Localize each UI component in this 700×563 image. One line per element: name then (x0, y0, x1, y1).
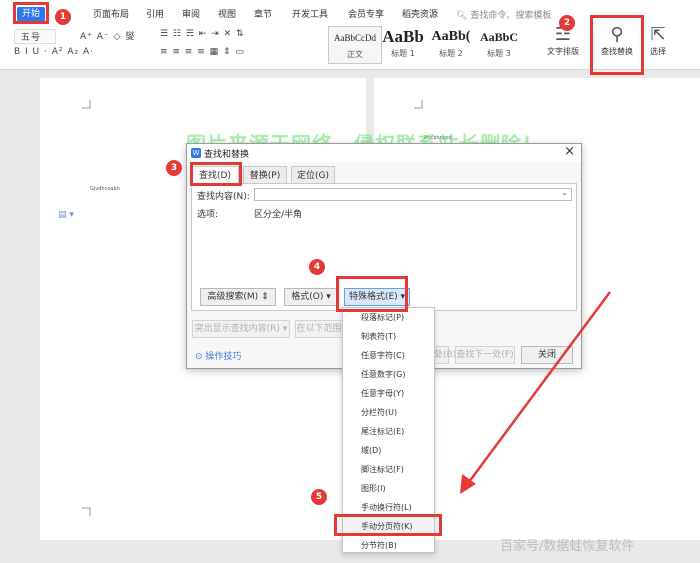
align-tools[interactable]: ≡ ≡ ≡ ≡ ▦ ⇕ ▭ (160, 47, 245, 57)
style-heading-1-preview: AaBb (382, 27, 424, 46)
highlight-manual-page-break (334, 514, 442, 536)
select-button[interactable]: ⇱ 选择 (644, 24, 672, 57)
tab-review[interactable]: 审阅 (182, 7, 200, 20)
dialog-titlebar[interactable]: W 查找和替换 × (187, 144, 581, 162)
format-toolbar-row: B I U · A² A₂ A· ≡ ≡ ≡ ≡ ▦ ⇕ ▭ (0, 46, 330, 62)
menu-item-any-character[interactable]: 任意字符(C) (343, 346, 434, 365)
command-search-input: 查找命令、搜索模板 (470, 11, 552, 21)
step-badge-2: 2 (559, 15, 575, 31)
style-heading-3[interactable]: AaBbC 标题 3 (472, 26, 526, 64)
text-layout-label: 文字排版 (547, 47, 579, 56)
tab-docer-resources[interactable]: 稻壳资源 (402, 7, 438, 20)
advanced-search-button[interactable]: 高级搜索(M) ⇕ (200, 288, 276, 306)
dropdown-arrow-icon: ▾ (326, 292, 331, 302)
find-label: 查找内容(N): (197, 192, 250, 202)
source-watermark: 百家号/数据蛙恢复软件 (500, 539, 635, 554)
wps-app-icon: W (191, 148, 201, 158)
advanced-search-label: 高级搜索(M) (207, 292, 259, 302)
select-label: 选择 (650, 47, 666, 56)
menu-item-field[interactable]: 域(D) (343, 441, 434, 460)
play-circle-icon: ⊙ (195, 352, 203, 362)
style-heading-1-name: 标题 1 (391, 49, 415, 58)
find-input[interactable]: ⌄ (254, 188, 572, 201)
options-value: 区分全/半角 (254, 210, 303, 220)
highlight-special-format (336, 276, 408, 312)
tab-replace[interactable]: 替换(P) (243, 166, 287, 184)
menu-item-section-break[interactable]: 分节符(B) (343, 536, 434, 555)
list-tools[interactable]: ☰ ☷ ☴ ⇤ ⇥ ✕ ⇅ (160, 29, 245, 39)
step-badge-1: 1 (55, 9, 71, 25)
font-size-select[interactable]: 五号 (14, 29, 57, 44)
tab-goto[interactable]: 定位(G) (291, 166, 335, 184)
screenshot: 开始 页面布局 引用 审阅 视图 章节 开发工具 会员专享 稻壳资源 🔍︎ 查找… (0, 0, 700, 563)
cursor-icon: ⇱ (650, 24, 666, 45)
find-next-label: 查找下一处(F) (456, 350, 514, 360)
command-search[interactable]: 🔍︎ 查找命令、搜索模板 (456, 8, 551, 21)
highlight-all-button[interactable]: 突出显示查找内容(R) ▾ (192, 320, 290, 338)
font-size-value: 五号 (21, 33, 42, 43)
style-heading-2[interactable]: AaBb( 标题 2 (424, 26, 478, 64)
style-normal-preview: AaBbCcDd (334, 33, 376, 43)
style-heading-2-name: 标题 2 (439, 49, 463, 58)
document-text[interactable]: Gjvdhcoabn (90, 186, 120, 192)
style-heading-3-name: 标题 3 (487, 49, 511, 58)
search-icon: 🔍︎ (456, 11, 468, 21)
menu-item-tab[interactable]: 制表符(T) (343, 327, 434, 346)
highlight-all-label: 突出显示查找内容(R) (194, 324, 280, 334)
format-label: 格式(O) (291, 292, 324, 302)
style-heading-3-preview: AaBbC (479, 30, 518, 44)
tab-view[interactable]: 视图 (218, 7, 236, 20)
format-tools[interactable]: B I U · A² A₂ A· (14, 47, 94, 57)
step-badge-4: 4 (309, 259, 325, 275)
menu-item-graphic[interactable]: 图形(I) (343, 479, 434, 498)
find-in-label: 在以下范围 (296, 324, 342, 334)
tips-label: 操作技巧 (205, 352, 242, 362)
tab-developer[interactable]: 开发工具 (292, 7, 328, 20)
highlight-find-tab (190, 162, 242, 186)
step-badge-3: 3 (166, 160, 182, 176)
font-toolbar-row: 五号 A⁺ A⁻ ◇ 燮 ☰ ☷ ☴ ⇤ ⇥ ✕ ⇅ (0, 28, 330, 44)
menu-item-any-letter[interactable]: 任意字母(Y) (343, 384, 434, 403)
font-tools[interactable]: A⁺ A⁻ ◇ 燮 (80, 29, 135, 42)
updown-icon: ⇕ (261, 292, 269, 302)
highlight-find-replace (590, 15, 644, 75)
menu-item-endnote-mark[interactable]: 尾注标记(E) (343, 422, 434, 441)
tab-references[interactable]: 引用 (146, 7, 164, 20)
format-button[interactable]: 格式(O) ▾ (284, 288, 338, 306)
menu-item-footnote-mark[interactable]: 脚注标记(F) (343, 460, 434, 479)
tab-chapter[interactable]: 章节 (254, 7, 272, 20)
step-badge-5: 5 (311, 489, 327, 505)
find-next-button[interactable]: 查找下一处(F) (455, 346, 515, 364)
options-label: 选项: (197, 210, 219, 220)
paragraph-icon[interactable]: ▤ ▾ (58, 210, 74, 220)
style-heading-2-preview: AaBb( (431, 29, 471, 44)
menu-item-column-break[interactable]: 分栏符(U) (343, 403, 434, 422)
chevron-down-icon[interactable]: ⌄ (561, 188, 568, 197)
highlight-start-tab (13, 2, 49, 24)
close-icon[interactable]: × (564, 144, 575, 159)
menu-item-any-digit[interactable]: 任意数字(G) (343, 365, 434, 384)
find-in-button[interactable]: 在以下范围 (295, 320, 343, 338)
tips-link[interactable]: ⊙ 操作技巧 (195, 349, 241, 362)
dialog-title: 查找和替换 (204, 150, 250, 160)
style-heading-1[interactable]: AaBb 标题 1 (376, 26, 430, 64)
tab-page-layout[interactable]: 页面布局 (93, 7, 129, 20)
style-normal-name: 正文 (347, 50, 363, 59)
style-normal[interactable]: AaBbCcDd 正文 (328, 26, 382, 64)
close-button[interactable]: 关闭 (521, 346, 573, 364)
tab-member[interactable]: 会员专享 (348, 7, 384, 20)
